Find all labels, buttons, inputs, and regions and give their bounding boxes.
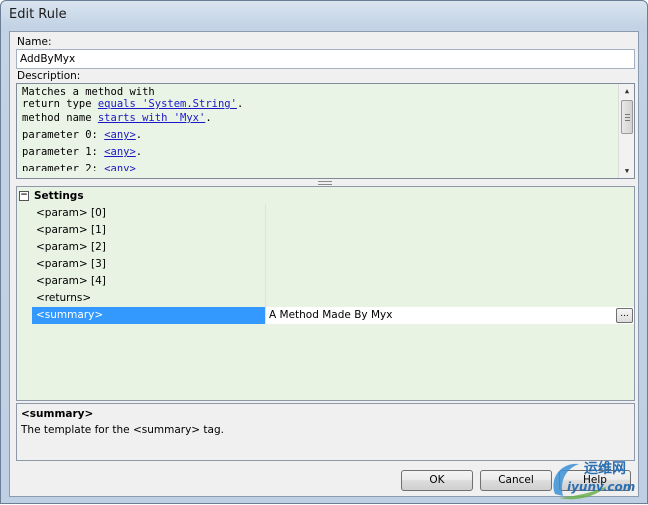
parameter-1-link[interactable]: <any> [104,146,136,158]
description-line: return type equals 'System.String'. [22,98,616,110]
return-type-link[interactable]: equals 'System.String' [98,98,237,110]
parameter-0-link[interactable]: <any> [104,129,136,141]
scroll-down-icon[interactable]: ▼ [619,164,634,178]
description-scrollbar[interactable]: ▲ ▼ [618,84,634,178]
description-label: Description: [17,70,81,82]
property-name: <summary> [36,309,104,321]
property-row-param-3[interactable]: <param> [3] [17,256,634,273]
name-input[interactable] [16,49,635,69]
ellipsis-button[interactable]: ... [616,308,633,323]
method-name-link[interactable]: starts with 'Myx' [98,112,205,124]
description-text: return type [22,98,98,110]
settings-header[interactable]: − Settings [17,188,634,205]
settings-title: Settings [34,190,84,202]
scroll-thumb[interactable] [621,100,633,134]
description-box: Matches a method with return type equals… [16,83,635,179]
scroll-up-icon[interactable]: ▲ [619,84,634,98]
cancel-button[interactable]: Cancel [480,470,552,491]
ok-button[interactable]: OK [401,470,473,491]
help-button[interactable]: Help [559,470,631,491]
property-row-summary[interactable]: <summary> A Method Made By Myx ... [17,307,634,324]
description-line: parameter 2: <any> [22,161,616,171]
description-line: Matches a method with [22,86,616,98]
property-name: <param> [4] [36,275,106,287]
property-row-param-0[interactable]: <param> [0] [17,205,634,222]
description-line: method name starts with 'Myx'. [22,110,616,127]
summary-value[interactable]: A Method Made By Myx [269,309,392,321]
window-title: Edit Rule [9,7,67,22]
edit-rule-dialog: Edit Rule Name: Description: Matches a m… [0,0,648,504]
description-text: parameter 1: [22,146,105,158]
property-description-panel: <summary> The template for the <summary>… [16,403,635,461]
collapse-icon[interactable]: − [19,191,29,201]
description-suffix: . [236,98,244,110]
description-text: parameter 2: [22,163,105,171]
property-row-returns[interactable]: <returns> [17,290,634,307]
property-description-text: The template for the <summary> tag. [21,424,224,436]
property-name: <param> [2] [36,241,106,253]
name-label: Name: [17,36,52,48]
description-line: parameter 1: <any>. [22,144,616,161]
description-line: parameter 0: <any>. [22,127,616,144]
dialog-body: Name: Description: Matches a method with… [9,31,639,497]
summary-value-cell[interactable]: A Method Made By Myx ... [266,307,634,324]
property-name: <returns> [36,292,92,304]
property-row-param-2[interactable]: <param> [2] [17,239,634,256]
property-description-title: <summary> [21,408,94,420]
description-suffix: . [135,129,143,141]
splitter-handle[interactable] [318,181,332,185]
property-name: <param> [3] [36,258,106,270]
settings-grid: − Settings <param> [0] <param> [1] <para… [16,186,635,401]
property-row-param-4[interactable]: <param> [4] [17,273,634,290]
description-suffix: . [205,112,212,124]
property-row-param-1[interactable]: <param> [1] [17,222,634,239]
description-text: parameter 0: [22,129,105,141]
description-text: method name [22,112,98,124]
property-name: <param> [1] [36,224,106,236]
description-text: Matches a method with [22,86,155,98]
description-lines: Matches a method with return type equals… [22,86,616,171]
property-name: <param> [0] [36,207,106,219]
description-suffix: . [135,146,143,158]
parameter-2-link[interactable]: <any> [104,163,136,171]
